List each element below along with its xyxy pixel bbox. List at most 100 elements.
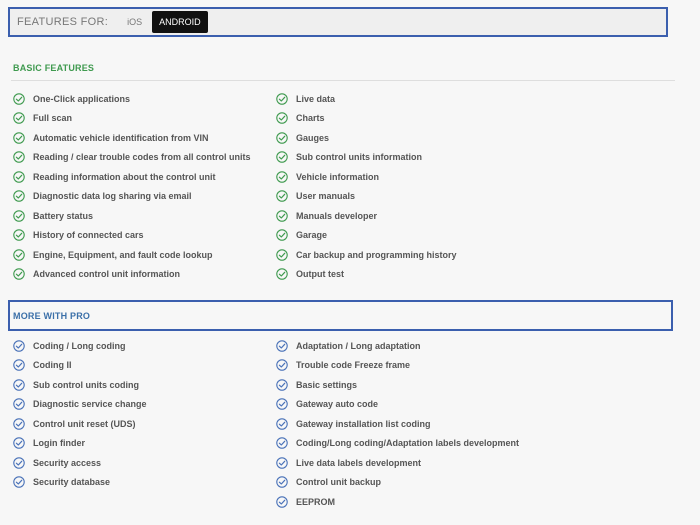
check-circle-icon <box>13 476 25 488</box>
list-item-label: Control unit reset (UDS) <box>33 418 136 429</box>
check-circle-icon <box>13 418 25 430</box>
list-item-label: Advanced control unit information <box>33 269 181 280</box>
check-circle-icon <box>13 457 25 469</box>
list-item-label: Coding / Long coding <box>33 340 126 351</box>
check-circle-icon <box>276 249 288 261</box>
section-divider <box>11 80 675 81</box>
list-item-label: Car backup and programming history <box>296 249 457 260</box>
list-item: Reading information about the control un… <box>13 167 251 187</box>
check-circle-icon <box>276 190 288 202</box>
list-item-label: Coding II <box>33 360 72 371</box>
check-circle-icon <box>276 496 288 508</box>
list-item-label: Engine, Equipment, and fault code lookup <box>33 249 213 260</box>
list-item: Login finder <box>13 434 147 454</box>
list-item-label: One-Click applications <box>33 93 131 104</box>
check-circle-icon <box>276 171 288 183</box>
basic-features-title: BASIC FEATURES <box>13 63 95 73</box>
list-item-label: Output test <box>296 269 344 280</box>
list-item-label: Diagnostic service change <box>33 399 147 410</box>
tab-ios[interactable]: iOS <box>121 13 148 31</box>
check-circle-icon <box>13 379 25 391</box>
check-circle-icon <box>13 151 25 163</box>
list-item: Security access <box>13 453 147 473</box>
list-item-label: Control unit backup <box>296 477 381 488</box>
list-item: Coding/Long coding/Adaptation labels dev… <box>276 434 519 454</box>
list-item: Sub control units information <box>276 148 457 168</box>
list-item-label: Full scan <box>33 113 73 124</box>
list-item-label: Live data labels development <box>296 457 422 468</box>
list-item-label: Charts <box>296 113 325 124</box>
check-circle-icon <box>13 171 25 183</box>
check-circle-icon <box>276 112 288 124</box>
check-circle-icon <box>276 418 288 430</box>
check-circle-icon <box>13 210 25 222</box>
list-item: Diagnostic service change <box>13 395 147 415</box>
list-item: Basic settings <box>276 375 519 395</box>
list-item-label: Trouble code Freeze frame <box>296 360 411 371</box>
list-item-label: Battery status <box>33 210 94 221</box>
list-item-label: Automatic vehicle identification from VI… <box>33 132 209 143</box>
list-item: Control unit reset (UDS) <box>13 414 147 434</box>
basic-features-left-column: One-Click applications Full scan Automatic… <box>13 89 251 284</box>
check-circle-icon <box>276 151 288 163</box>
list-item-label: Manuals developer <box>296 210 378 221</box>
check-circle-icon <box>13 359 25 371</box>
list-item: One-Click applications <box>13 89 251 109</box>
list-item-label: Live data <box>296 93 336 104</box>
check-circle-icon <box>13 437 25 449</box>
more-with-pro-header <box>8 300 673 331</box>
list-item: Charts <box>276 109 457 129</box>
list-item: Control unit backup <box>276 473 519 493</box>
list-item-label: Diagnostic data log sharing via email <box>33 191 192 202</box>
check-circle-icon <box>13 93 25 105</box>
check-circle-icon <box>13 190 25 202</box>
list-item: Reading / clear trouble codes from all c… <box>13 148 251 168</box>
list-item: Gauges <box>276 128 457 148</box>
list-item: Manuals developer <box>276 206 457 226</box>
check-circle-icon <box>13 229 25 241</box>
check-circle-icon <box>276 268 288 280</box>
pro-features-right-column: Adaptation / Long adaptation Trouble code… <box>276 336 519 512</box>
list-item: EEPROM <box>276 492 519 512</box>
list-item: Garage <box>276 226 457 246</box>
list-item-label: Sub control units information <box>296 152 422 163</box>
list-item-label: Gateway auto code <box>296 399 379 410</box>
list-item-label: User manuals <box>296 191 356 202</box>
more-with-pro-title: MORE WITH PRO <box>13 311 91 321</box>
list-item: User manuals <box>276 187 457 207</box>
list-item-label: Security database <box>33 477 111 488</box>
list-item-label: Gauges <box>296 132 330 143</box>
list-item: Full scan <box>13 109 251 129</box>
check-circle-icon <box>13 268 25 280</box>
list-item: Security database <box>13 473 147 493</box>
list-item: Engine, Equipment, and fault code lookup <box>13 245 251 265</box>
list-item-label: Reading information about the control un… <box>33 171 216 182</box>
list-item: Battery status <box>13 206 251 226</box>
list-item-label: Security access <box>33 457 102 468</box>
check-circle-icon <box>276 437 288 449</box>
features-for-label: FEATURES FOR: <box>17 16 109 28</box>
list-item: Diagnostic data log sharing via email <box>13 187 251 207</box>
list-item: Adaptation / Long adaptation <box>276 336 519 356</box>
list-item-label: History of connected cars <box>33 230 144 241</box>
check-circle-icon <box>13 132 25 144</box>
check-circle-icon <box>13 398 25 410</box>
list-item: Gateway auto code <box>276 395 519 415</box>
platform-selector: FEATURES FOR: iOS ANDROID <box>8 7 668 37</box>
list-item: Trouble code Freeze frame <box>276 356 519 376</box>
list-item-label: Basic settings <box>296 379 358 390</box>
pro-features-left-column: Coding / Long coding Coding II Sub control… <box>13 336 147 492</box>
check-circle-icon <box>13 112 25 124</box>
list-item: Coding II <box>13 356 147 376</box>
list-item-label: Gateway installation list coding <box>296 418 431 429</box>
list-item: History of connected cars <box>13 226 251 246</box>
check-circle-icon <box>276 340 288 352</box>
list-item: Sub control units coding <box>13 375 147 395</box>
check-circle-icon <box>276 457 288 469</box>
tab-android[interactable]: ANDROID <box>152 11 208 33</box>
check-circle-icon <box>276 398 288 410</box>
list-item: Live data <box>276 89 457 109</box>
check-circle-icon <box>13 249 25 261</box>
list-item-label: Adaptation / Long adaptation <box>296 340 421 351</box>
list-item: Advanced control unit information <box>13 265 251 285</box>
